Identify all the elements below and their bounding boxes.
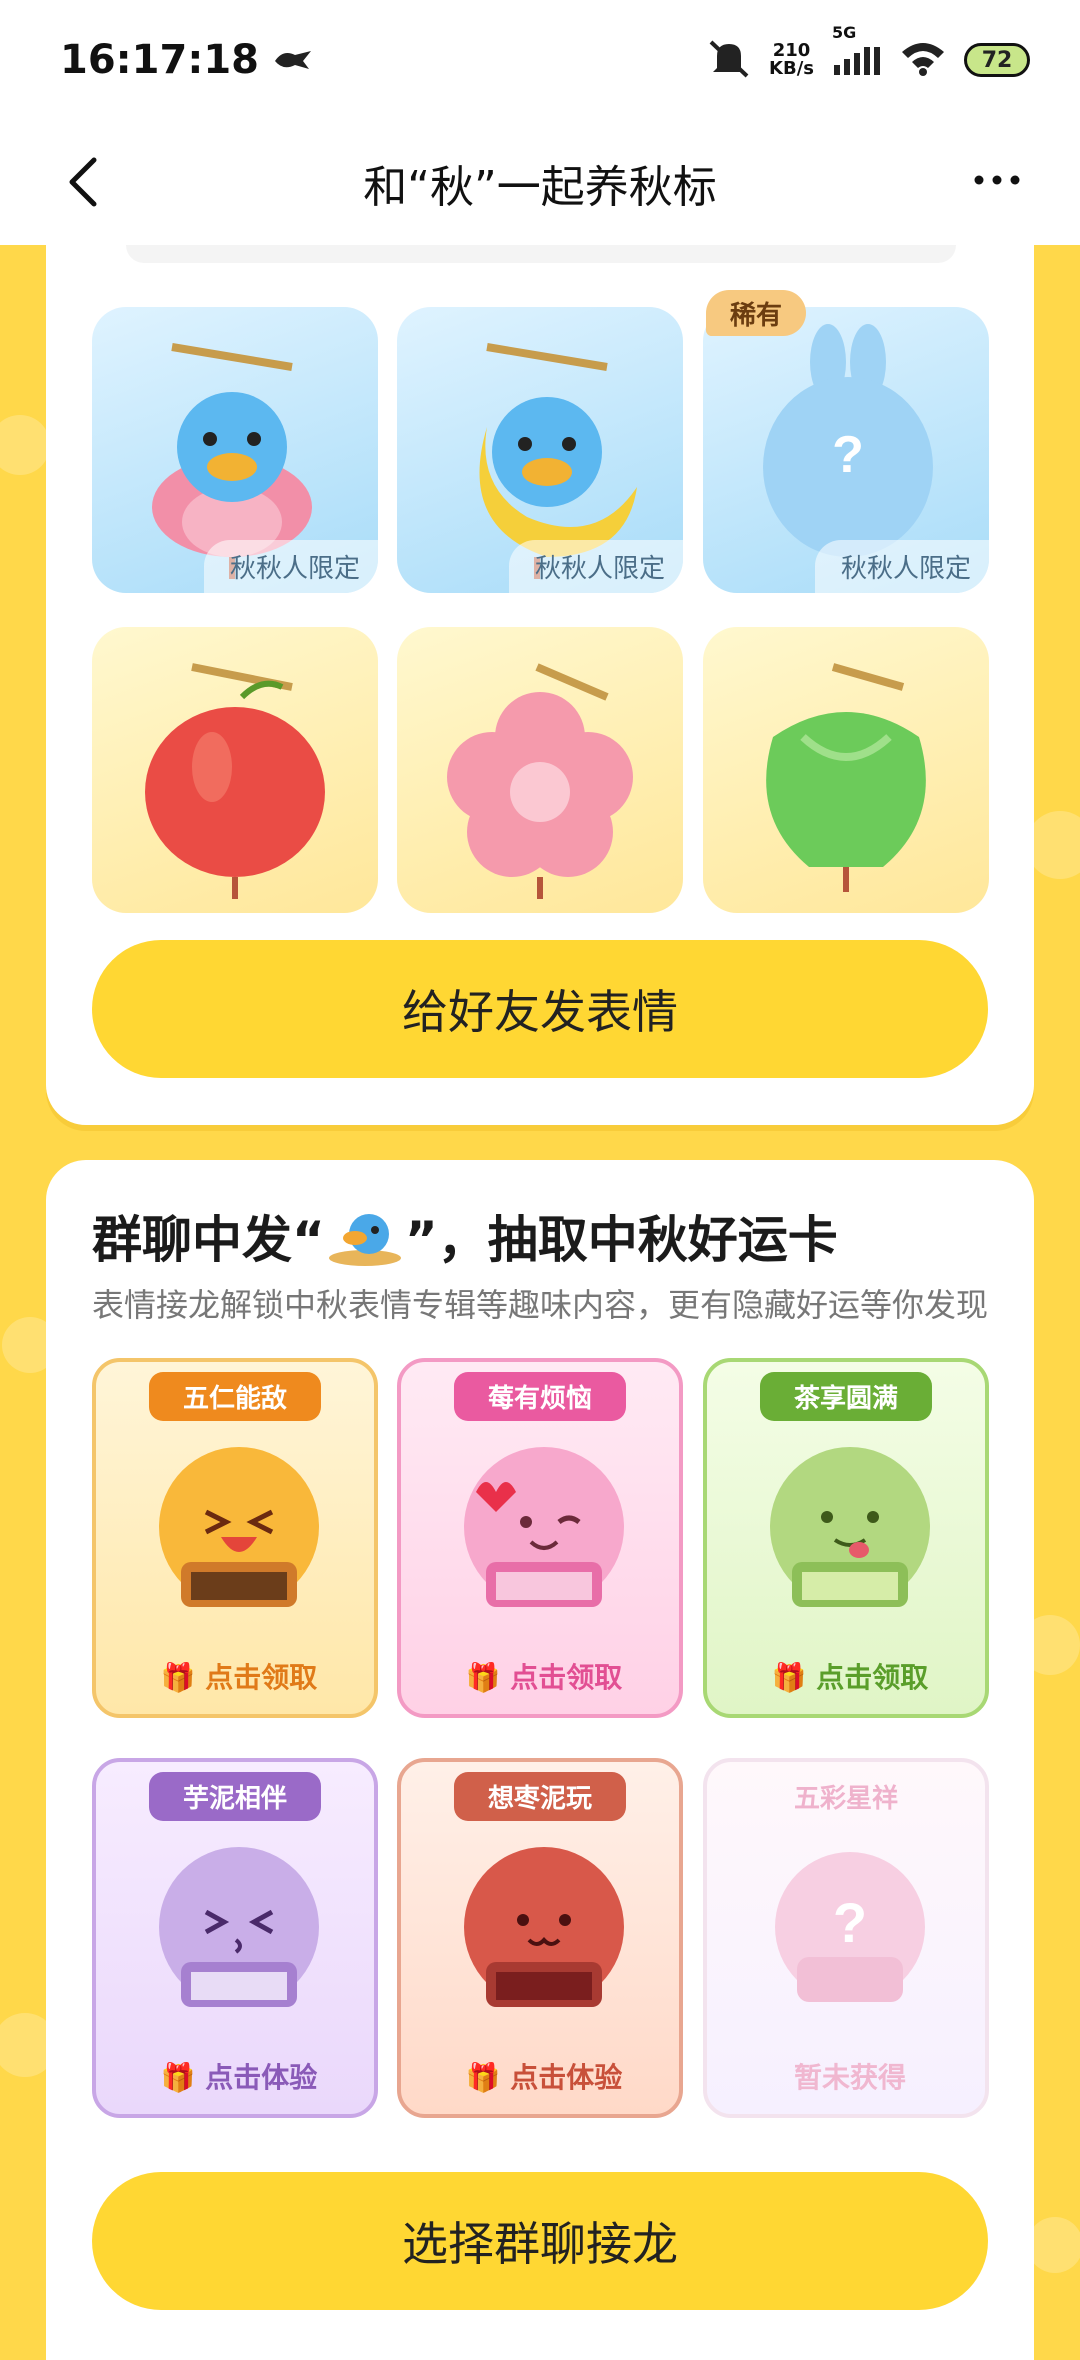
mooncake-card[interactable]: 茶享圆满 🎁 点击领取 — [703, 1358, 989, 1718]
section-title: 群聊中发“ ”，抽取中秋好运卡 — [92, 1200, 838, 1280]
mooncake-label: 莓有烦恼 — [453, 1372, 627, 1421]
gift-icon: 🎁 — [465, 2061, 511, 2094]
mooncake-action: 🎁 点击领取 — [707, 1656, 993, 1696]
mooncake-label: 五仁能敌 — [148, 1372, 322, 1421]
mute-bell-icon — [707, 38, 751, 83]
lantern-tile[interactable] — [703, 627, 989, 913]
mooncake-action: 🎁 点击领取 — [401, 1656, 687, 1696]
more-dots-icon — [974, 175, 1020, 185]
gift-icon: 🎁 — [465, 1661, 511, 1694]
mooncake-label: 五彩星祥 — [793, 1784, 899, 1814]
nav-header: 和“秋”一起养秋标 — [0, 120, 1080, 245]
svg-text:?: ? — [832, 426, 864, 484]
notification-icon — [273, 37, 313, 83]
mystery-mooncake-icon: ? — [775, 1852, 925, 2002]
mooncake-card[interactable]: 莓有烦恼 🎁 点击领取 — [397, 1358, 683, 1718]
mooncake-card[interactable]: 芋泥相伴 🎁 点击体验 — [92, 1758, 378, 2118]
mooncake-action-text: 点击领取 — [816, 1661, 929, 1694]
clock-text: 16:17:18 — [60, 37, 259, 83]
net-speed-unit: KB/s — [769, 58, 814, 79]
mooncake-card[interactable]: 五仁能敌 🎁 点击领取 — [92, 1358, 378, 1718]
mooncake-action: 🎁 点击体验 — [401, 2056, 687, 2096]
mooncake-action: 🎁 点击体验 — [96, 2056, 382, 2096]
svg-text:?: ? — [833, 1891, 867, 1954]
wifi-icon — [900, 40, 946, 81]
status-bar: 16:17:18 210 KB/s 5G 72 — [0, 0, 1080, 120]
apple-lantern-icon — [145, 663, 325, 899]
back-button[interactable] — [52, 144, 112, 220]
lantern-tile-locked[interactable]: ? 秋秋人限定 — [703, 307, 989, 593]
flower-lantern-icon — [447, 663, 633, 899]
mooncake-action-text: 点击体验 — [205, 2061, 318, 2094]
mooncake-wink-icon — [464, 1447, 624, 1607]
mooncake-action-text: 点击领取 — [205, 1661, 318, 1694]
mooncake-laughing-icon — [159, 1447, 319, 1607]
send-sticker-button[interactable]: 给好友发表情 — [92, 940, 988, 1078]
chevron-left-icon — [69, 157, 97, 207]
gift-icon: 🎁 — [771, 1661, 817, 1694]
select-group-chat-button[interactable]: 选择群聊接龙 — [92, 2172, 988, 2310]
lantern-tile[interactable]: 秋秋人限定 — [92, 307, 378, 593]
section-title-suffix: ”，抽取中秋好运卡 — [404, 1211, 838, 1269]
bird-sticker-icon — [325, 1208, 405, 1280]
net-speed: 210 KB/s — [769, 42, 814, 78]
limited-tag: 秋秋人限定 — [203, 540, 378, 593]
section-subtitle: 表情接龙解锁中秋表情专辑等趣味内容，更有隐藏好运等你发现 — [92, 1286, 989, 1324]
status-time: 16:17:18 — [60, 37, 313, 83]
network-type: 5G — [832, 23, 857, 42]
cabbage-lantern-icon — [766, 663, 926, 892]
mooncake-label: 芋泥相伴 — [148, 1772, 322, 1821]
limited-tag: 秋秋人限定 — [508, 540, 683, 593]
lantern-tile[interactable] — [92, 627, 378, 913]
mooncake-card-locked[interactable]: 五彩星祥 ? 暂未获得 — [703, 1758, 989, 2118]
section-title-prefix: 群聊中发“ — [92, 1211, 325, 1269]
mooncake-action-text: 点击领取 — [510, 1661, 623, 1694]
mooncake-action-text: 点击体验 — [510, 2061, 623, 2094]
gift-icon: 🎁 — [160, 1661, 206, 1694]
mooncake-card[interactable]: 想枣泥玩 🎁 点击体验 — [397, 1758, 683, 2118]
lantern-tile[interactable]: 秋秋人限定 — [397, 307, 683, 593]
battery-indicator: 72 — [964, 43, 1030, 77]
mooncake-smile-icon — [464, 1847, 624, 2007]
page-title: 和“秋”一起养秋标 — [363, 161, 717, 213]
lantern-tile[interactable] — [397, 627, 683, 913]
mooncake-kiss-icon — [159, 1847, 319, 2007]
mooncake-action-text: 暂未获得 — [793, 2061, 906, 2094]
more-button[interactable] — [962, 150, 1032, 210]
gift-icon: 🎁 — [160, 2061, 206, 2094]
rare-badge: 稀有 — [706, 290, 806, 336]
mooncake-action: 🎁 点击领取 — [96, 1656, 382, 1696]
signal-icon: 5G — [832, 23, 882, 75]
limited-tag: 秋秋人限定 — [814, 540, 989, 593]
mooncake-tongue-icon — [770, 1447, 930, 1607]
card-top-divider — [126, 245, 956, 263]
mooncake-label: 茶享圆满 — [759, 1372, 933, 1421]
mooncake-label: 想枣泥玩 — [453, 1772, 627, 1821]
